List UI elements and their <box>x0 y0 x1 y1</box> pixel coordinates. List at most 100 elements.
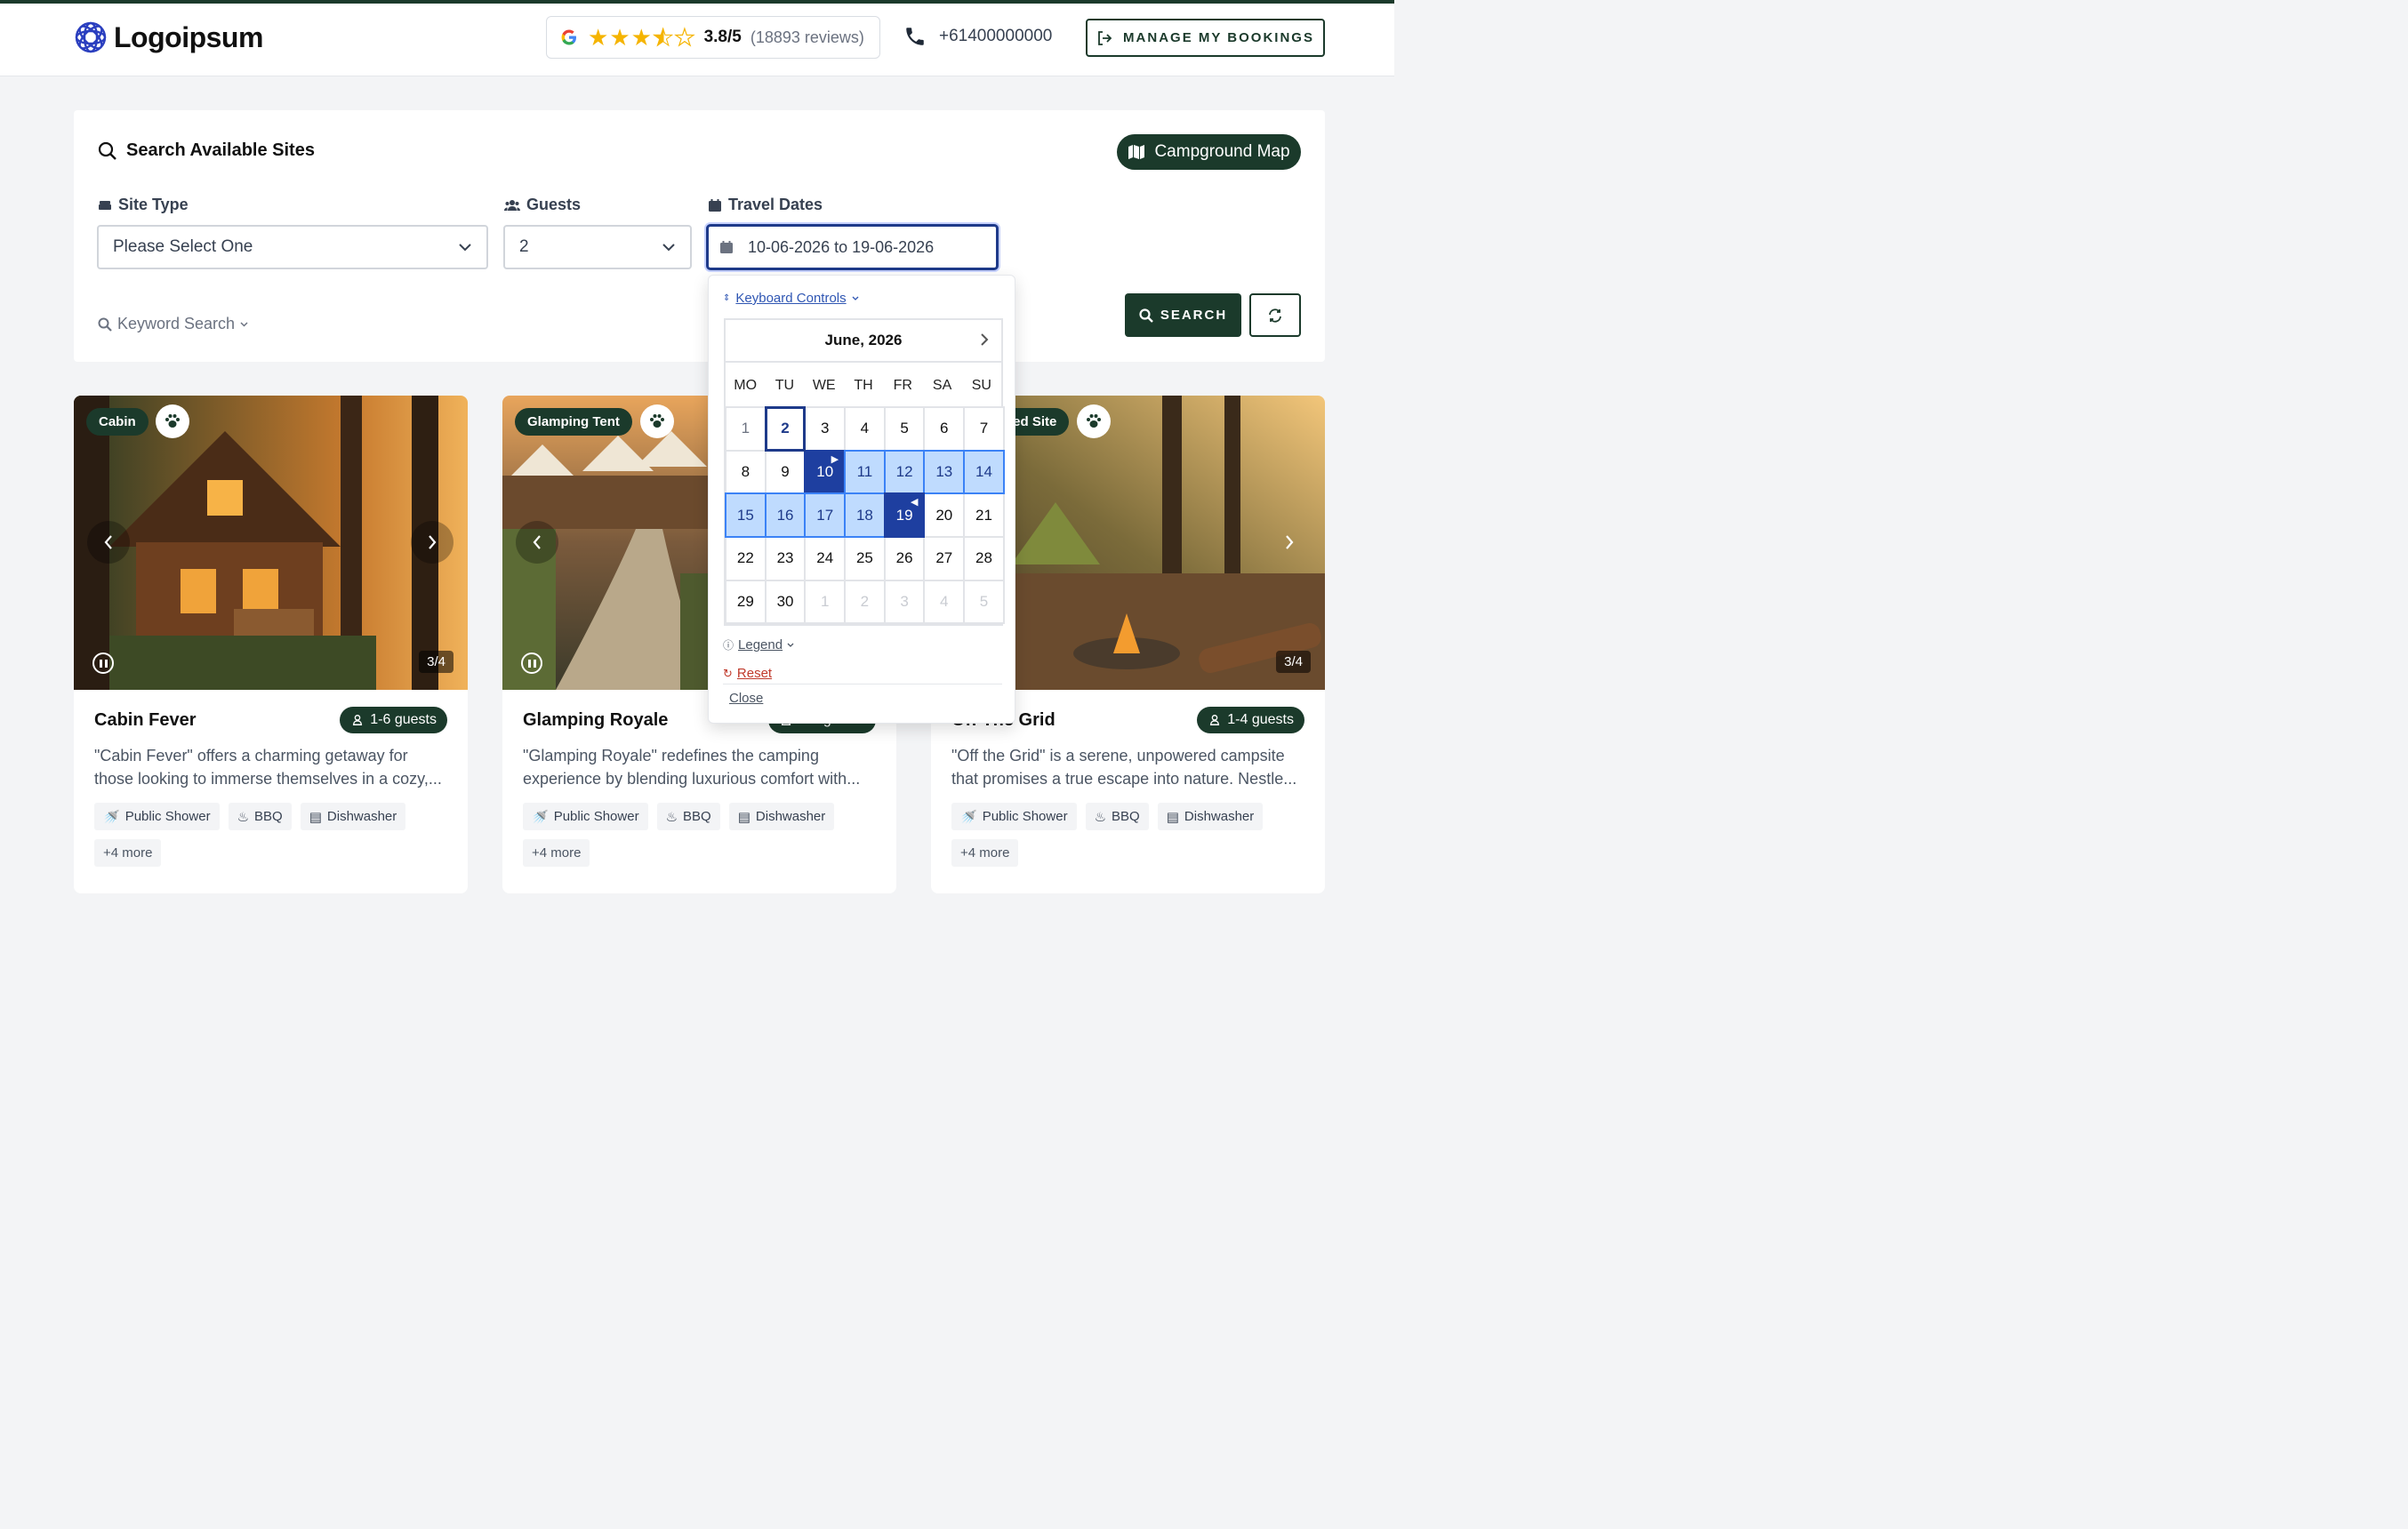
calendar-day-next-month: 2 <box>844 579 886 625</box>
reset-dates-link[interactable]: ↻ Reset <box>723 666 772 681</box>
calendar: June, 2026 MO TU WE TH FR SA SU 1 2 3 4 … <box>724 318 1005 626</box>
keyboard-controls-label: Keyboard Controls <box>735 291 847 306</box>
weekday-label: FR <box>893 378 912 393</box>
calendar-day[interactable]: 9 <box>764 449 807 495</box>
card-title[interactable]: Cabin Fever <box>94 710 196 731</box>
calendar-day[interactable]: 23 <box>764 536 807 581</box>
keyword-search-toggle[interactable]: Keyword Search <box>98 315 248 333</box>
keyboard-controls-toggle[interactable]: ⇕ Keyboard Controls <box>723 291 859 306</box>
calendar-day-range-end[interactable]: 19 ◀ <box>883 492 926 539</box>
more-amenities-button[interactable]: +4 more <box>94 839 162 867</box>
star-rating: ★ ★ ★ ★ ★ <box>588 24 695 51</box>
more-amenities-button[interactable]: +4 more <box>523 839 590 867</box>
calendar-icon <box>720 241 733 253</box>
site-card[interactable]: Cabin 3/4 Cabin Fever 1-6 guests "Cabin … <box>74 396 468 893</box>
carousel-pause-button[interactable] <box>92 652 114 674</box>
close-datepicker-link[interactable]: Close <box>729 691 763 706</box>
campground-map-button[interactable]: Campground Map <box>1117 134 1301 170</box>
calendar-month-header: June, 2026 <box>726 320 1001 363</box>
guests-badge: 1-6 guests <box>340 707 447 733</box>
amenity-label: Public Shower <box>553 809 639 824</box>
day-number: 19 <box>895 506 913 524</box>
calendar-day[interactable]: 21 <box>963 492 1005 539</box>
calendar-day[interactable]: 3 <box>804 406 847 452</box>
calendar-day-in-range[interactable]: 17 <box>804 492 847 539</box>
dishwasher-icon: ▤ <box>309 809 322 825</box>
calendar-day-in-range[interactable]: 11 <box>844 449 886 495</box>
carousel-pause-button[interactable] <box>521 652 542 674</box>
manage-bookings-label: MANAGE MY BOOKINGS <box>1123 30 1314 45</box>
more-amenities-button[interactable]: +4 more <box>951 839 1019 867</box>
carousel-next-button[interactable] <box>411 521 454 564</box>
calendar-day-range-start[interactable]: 10 ▶ <box>804 449 847 495</box>
calendar-day-next-month: 1 <box>804 579 847 625</box>
star-full-icon: ★ <box>630 24 652 51</box>
card-description: "Cabin Fever" offers a charming getaway … <box>94 744 448 790</box>
site-type-label: Site Type <box>98 196 189 214</box>
description-line: "Off the Grid" is a serene, unpowered ca… <box>951 747 1285 764</box>
calendar-day[interactable]: 25 <box>844 536 886 581</box>
star-half-icon: ★ <box>652 24 674 51</box>
calendar-day[interactable]: 6 <box>923 406 966 452</box>
pet-friendly-badge <box>1077 404 1111 438</box>
guests-badge-text: 1-4 guests <box>1227 712 1294 727</box>
reset-search-button[interactable] <box>1249 293 1301 337</box>
legend-toggle[interactable]: ⓘ Legend <box>723 637 794 652</box>
calendar-day[interactable]: 4 <box>844 406 886 452</box>
travel-dates-value: 10-06-2026 to 19-06-2026 <box>748 237 935 256</box>
calendar-day-today[interactable]: 2 <box>764 406 807 452</box>
amenity-label: Dishwasher <box>326 809 397 824</box>
weekday-label: SU <box>971 378 991 393</box>
reviews-rating[interactable]: ★ ★ ★ ★ ★ 3.8/5 (18893 reviews) <box>546 16 880 59</box>
phone-link[interactable]: +61400000000 <box>903 25 1052 48</box>
search-panel: Search Available Sites Campground Map Si… <box>74 110 1325 362</box>
chevron-down-icon <box>787 643 794 647</box>
carousel-prev-button[interactable] <box>516 521 558 564</box>
chevron-right-icon <box>981 333 989 346</box>
calendar-day[interactable]: 29 <box>725 579 767 625</box>
calendar-day[interactable]: 30 <box>764 579 807 625</box>
calendar-day-in-range[interactable]: 12 <box>883 449 926 495</box>
travel-dates-input[interactable]: 10-06-2026 to 19-06-2026 <box>706 224 999 270</box>
calendar-day-in-range[interactable]: 18 <box>844 492 886 539</box>
calendar-day[interactable]: 27 <box>923 536 966 581</box>
site-type-select[interactable]: Please Select One <box>97 225 488 269</box>
weekday-label: WE <box>812 378 836 393</box>
calendar-day-in-range[interactable]: 15 <box>725 492 767 539</box>
site-type-badge: Glamping Tent <box>515 408 632 436</box>
logo[interactable]: Logoipsum <box>73 20 263 55</box>
calendar-day-in-range[interactable]: 13 <box>923 449 966 495</box>
next-month-button[interactable] <box>980 332 989 351</box>
users-icon <box>353 715 363 725</box>
card-title[interactable]: Glamping Royale <box>523 710 668 731</box>
calendar-day[interactable]: 22 <box>725 536 767 581</box>
search-button[interactable]: SEARCH <box>1125 293 1241 337</box>
calendar-day[interactable]: 7 <box>963 406 1005 452</box>
guests-value: 2 <box>519 237 529 256</box>
calendar-day[interactable]: 5 <box>883 406 926 452</box>
pet-friendly-badge <box>640 404 674 438</box>
calendar-day-in-range[interactable]: 16 <box>764 492 807 539</box>
carousel-prev-button[interactable] <box>87 521 130 564</box>
reset-icon: ↻ <box>723 666 733 680</box>
weekday-label: TH <box>854 378 873 393</box>
calendar-day[interactable]: 28 <box>963 536 1005 581</box>
users-icon <box>1210 715 1220 725</box>
amenity-tag: ♨ BBQ <box>656 803 720 830</box>
manage-bookings-button[interactable]: MANAGE MY BOOKINGS <box>1086 19 1325 57</box>
card-image-carousel[interactable]: Cabin 3/4 <box>74 396 468 690</box>
search-button-label: SEARCH <box>1160 308 1228 323</box>
calendar-day[interactable]: 20 <box>923 492 966 539</box>
calendar-day[interactable]: 24 <box>804 536 847 581</box>
logo-icon <box>75 21 107 53</box>
carousel-next-button[interactable] <box>1268 521 1311 564</box>
weekday-label: SA <box>932 378 952 393</box>
amenity-tag: ♨ BBQ <box>1085 803 1149 830</box>
calendar-icon <box>709 198 721 212</box>
shower-icon: 🚿 <box>103 809 120 825</box>
calendar-day-in-range[interactable]: 14 <box>963 449 1005 495</box>
shower-icon: 🚿 <box>532 809 549 825</box>
calendar-day[interactable]: 8 <box>725 449 767 495</box>
calendar-day[interactable]: 26 <box>883 536 926 581</box>
guests-select[interactable]: 2 <box>503 225 692 269</box>
